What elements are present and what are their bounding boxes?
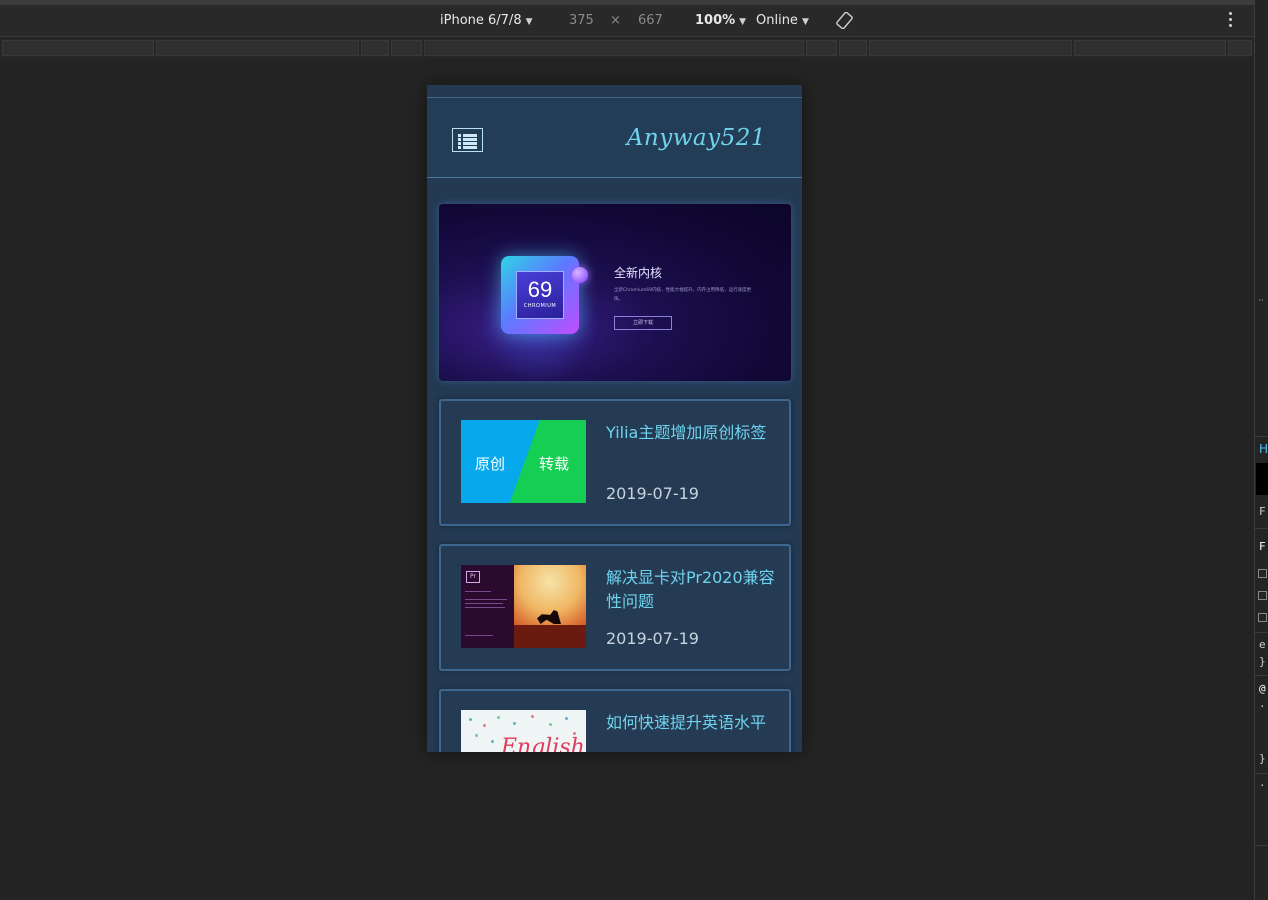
panel-divider xyxy=(1255,436,1268,437)
banner-ad[interactable]: 69 CHROMIUM 全新内核 全新Chromium69内核，性能大幅提升，内… xyxy=(439,204,791,381)
post-card[interactable]: Pr 解决显卡对Pr2020兼容性问题 2019-07-19 xyxy=(439,544,791,671)
post-card[interactable]: 原创 转载 Yilia主题增加原创标签 2019-07-19 xyxy=(439,399,791,526)
thumb-label-repost: 转载 xyxy=(539,455,570,473)
banner-title: 全新内核 xyxy=(614,266,663,280)
media-query-segment[interactable] xyxy=(869,40,1072,56)
throttling-select[interactable]: Online ▼ xyxy=(756,13,809,28)
media-query-segment[interactable] xyxy=(1074,40,1226,56)
post-date: 2019-07-19 xyxy=(606,484,699,503)
rotate-icon[interactable] xyxy=(836,12,853,29)
site-brand[interactable]: Anyway521 xyxy=(627,125,766,151)
panel-divider xyxy=(1255,773,1268,774)
media-query-segment[interactable] xyxy=(2,40,154,56)
panel-text: @ xyxy=(1259,682,1266,695)
panel-checkbox[interactable] xyxy=(1258,591,1267,600)
media-query-bar xyxy=(0,38,1254,58)
panel-text: e xyxy=(1259,638,1266,651)
banner-download-button[interactable]: 立即下载 xyxy=(614,316,672,330)
panel-text: } xyxy=(1259,655,1266,668)
banner-subtitle: 全新Chromium69内核，性能大幅提升，内存占用降低，运行速度更快。 xyxy=(614,288,752,302)
throttling-select-label: Online xyxy=(756,13,798,28)
media-query-segment[interactable] xyxy=(839,40,867,56)
orb-icon xyxy=(572,267,588,283)
chevron-down-icon: ▼ xyxy=(739,17,747,27)
media-query-segment[interactable] xyxy=(1228,40,1252,56)
panel-block xyxy=(1256,463,1268,495)
device-toolbar: iPhone 6/7/8 ▼ 375 × 667 100% ▼ Online ▼ xyxy=(0,5,1254,37)
post-title[interactable]: Yilia主题增加原创标签 xyxy=(606,421,781,445)
post-title[interactable]: 如何快速提升英语水平 xyxy=(606,711,781,735)
media-query-segment[interactable] xyxy=(424,40,804,56)
premiere-logo-icon: Pr xyxy=(466,571,480,583)
thumb-label-original: 原创 xyxy=(475,455,506,473)
panel-text: } xyxy=(1259,752,1266,765)
panel-divider xyxy=(1255,528,1268,529)
post-date: 2019-07-19 xyxy=(606,629,699,648)
panel-text: · xyxy=(1259,700,1266,713)
chip-label: CHROMIUM xyxy=(523,303,557,309)
post-thumbnail[interactable]: 原创 转载 xyxy=(461,420,586,503)
dimension-separator: × xyxy=(610,13,621,28)
zoom-select[interactable]: 100% ▼ xyxy=(695,13,746,28)
menu-icon[interactable] xyxy=(452,128,483,152)
media-query-segment[interactable] xyxy=(391,40,422,56)
panel-checkbox[interactable] xyxy=(1258,569,1267,578)
chip-icon: 69 CHROMIUM xyxy=(501,256,579,334)
drag-handle-icon[interactable]: ·· xyxy=(1258,296,1268,306)
width-input[interactable]: 375 xyxy=(569,13,594,28)
post-card[interactable]: English 如何快速提升英语水平 xyxy=(439,689,791,752)
panel-text: F xyxy=(1259,540,1266,553)
height-input[interactable]: 667 xyxy=(638,13,663,28)
device-select[interactable]: iPhone 6/7/8 ▼ xyxy=(440,13,533,28)
device-select-label: iPhone 6/7/8 xyxy=(440,13,522,28)
media-query-segment[interactable] xyxy=(361,40,389,56)
media-query-segment[interactable] xyxy=(806,40,837,56)
post-thumbnail[interactable]: English xyxy=(461,710,586,752)
post-thumbnail[interactable]: Pr xyxy=(461,565,586,648)
chip-number: 69 xyxy=(527,277,553,302)
panel-checkbox[interactable] xyxy=(1258,613,1267,622)
panel-divider xyxy=(1255,845,1268,846)
panel-text: · xyxy=(1259,779,1266,792)
panel-divider xyxy=(1255,675,1268,676)
site-header: Anyway521 xyxy=(427,98,802,178)
media-query-segment[interactable] xyxy=(156,40,359,56)
more-options-icon[interactable] xyxy=(1227,12,1235,30)
devtools-panel-edge: ·· H F F e } @ · } · xyxy=(1254,0,1268,900)
panel-tab[interactable]: H xyxy=(1259,442,1268,456)
panel-divider xyxy=(1255,632,1268,633)
zoom-select-label: 100% xyxy=(695,13,736,28)
post-title[interactable]: 解决显卡对Pr2020兼容性问题 xyxy=(606,566,781,614)
chevron-down-icon: ▼ xyxy=(801,17,809,27)
device-viewport: Anyway521 69 CHROMIUM 全新内核 全新Chromium69内… xyxy=(427,85,802,752)
thumb-english-text: English xyxy=(501,735,585,752)
panel-text: F xyxy=(1259,505,1266,518)
chevron-down-icon: ▼ xyxy=(525,17,533,27)
